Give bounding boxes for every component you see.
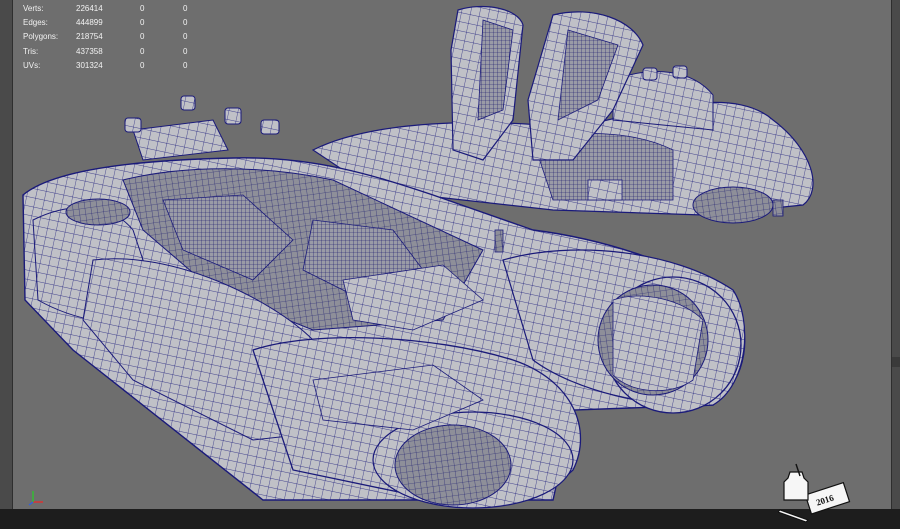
stat-selected: 0	[140, 60, 145, 70]
stat-selected: 0	[140, 46, 145, 56]
stat-extra: 0	[183, 18, 188, 28]
stat-extra: 0	[183, 60, 188, 70]
left-toolbar-strip	[0, 0, 13, 509]
wireframe-model[interactable]	[13, 0, 891, 509]
stat-label: Verts:	[23, 4, 44, 13]
stat-row-tris: Tris: 437358 0 0	[23, 45, 203, 59]
stat-label: Tris:	[23, 46, 39, 56]
stat-label: UVs:	[23, 60, 41, 70]
stat-row-uvs: UVs: 301324 0 0	[23, 59, 203, 73]
stat-value: 301324	[76, 60, 103, 70]
stat-selected: 0	[140, 4, 145, 13]
maya-window: Verts: 226414 0 0 Edges: 444899 0 0 Poly…	[0, 0, 900, 529]
stat-value: 437358	[76, 46, 103, 56]
stat-extra: 0	[183, 32, 188, 42]
scroll-marker[interactable]	[892, 357, 900, 367]
stat-value: 444899	[76, 18, 103, 28]
poly-count-hud: Verts: 226414 0 0 Edges: 444899 0 0 Poly…	[23, 2, 203, 73]
bottom-status-bar	[0, 509, 900, 529]
stat-extra: 0	[183, 4, 188, 13]
stat-label: Edges:	[23, 18, 48, 28]
stat-row-verts: Verts: 226414 0 0	[23, 2, 203, 16]
axis-gizmo-icon	[28, 491, 43, 506]
right-scroll-strip[interactable]	[891, 0, 900, 509]
stat-extra: 0	[183, 46, 188, 56]
stat-row-edges: Edges: 444899 0 0	[23, 16, 203, 30]
stat-selected: 0	[140, 18, 145, 28]
stat-row-polygons: Polygons: 218754 0 0	[23, 30, 203, 44]
3d-viewport[interactable]: Verts: 226414 0 0 Edges: 444899 0 0 Poly…	[13, 0, 891, 509]
stat-label: Polygons:	[23, 32, 59, 42]
stat-selected: 0	[140, 32, 145, 42]
stat-value: 218754	[76, 32, 103, 42]
inkwell-stamp-icon: 2016	[778, 463, 851, 523]
stat-value: 226414	[76, 4, 103, 13]
